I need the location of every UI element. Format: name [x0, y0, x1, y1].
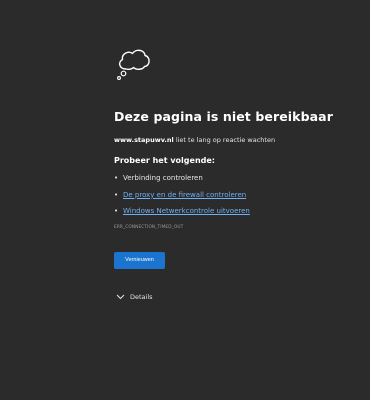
suggestion-label: Verbinding controleren — [123, 174, 203, 182]
error-page: Deze pagina is niet bereikbaar www.stapu… — [0, 0, 370, 400]
details-toggle[interactable]: Details — [114, 292, 354, 302]
details-label: Details — [130, 293, 153, 301]
network-diagnostics-link[interactable]: Windows Netwerkcontrole uitvoeren — [123, 207, 250, 215]
thought-cloud-icon — [117, 49, 150, 80]
suggestion-check-proxy-firewall: • De proxy en de firewall controleren — [114, 190, 354, 200]
chevron-down-icon — [116, 294, 125, 300]
bullet-icon: • — [114, 207, 119, 215]
suggestion-check-connection: • Verbinding controleren — [114, 173, 354, 183]
check-proxy-firewall-link[interactable]: De proxy en de firewall controleren — [123, 191, 246, 199]
bullet-icon: • — [114, 174, 119, 182]
description-text: liet te lang op reactie wachten — [173, 136, 276, 144]
error-content: Deze pagina is niet bereikbaar www.stapu… — [114, 47, 354, 302]
suggestion-network-diagnostics: • Windows Netwerkcontrole uitvoeren — [114, 206, 354, 216]
host-name: www.stapuwv.nl — [114, 136, 174, 144]
reload-button[interactable]: Vernieuwen — [114, 252, 165, 269]
bullet-icon: • — [114, 190, 119, 199]
error-code: ERR_CONNECTION_TIMED_OUT — [114, 225, 184, 230]
error-description: www.stapuwv.nl liet te lang op reactie w… — [114, 135, 354, 145]
page-title: Deze pagina is niet bereikbaar — [114, 109, 333, 124]
suggestions-heading: Probeer het volgende: — [114, 156, 215, 165]
suggestions-list: • Verbinding controleren • De proxy en d… — [114, 173, 354, 216]
